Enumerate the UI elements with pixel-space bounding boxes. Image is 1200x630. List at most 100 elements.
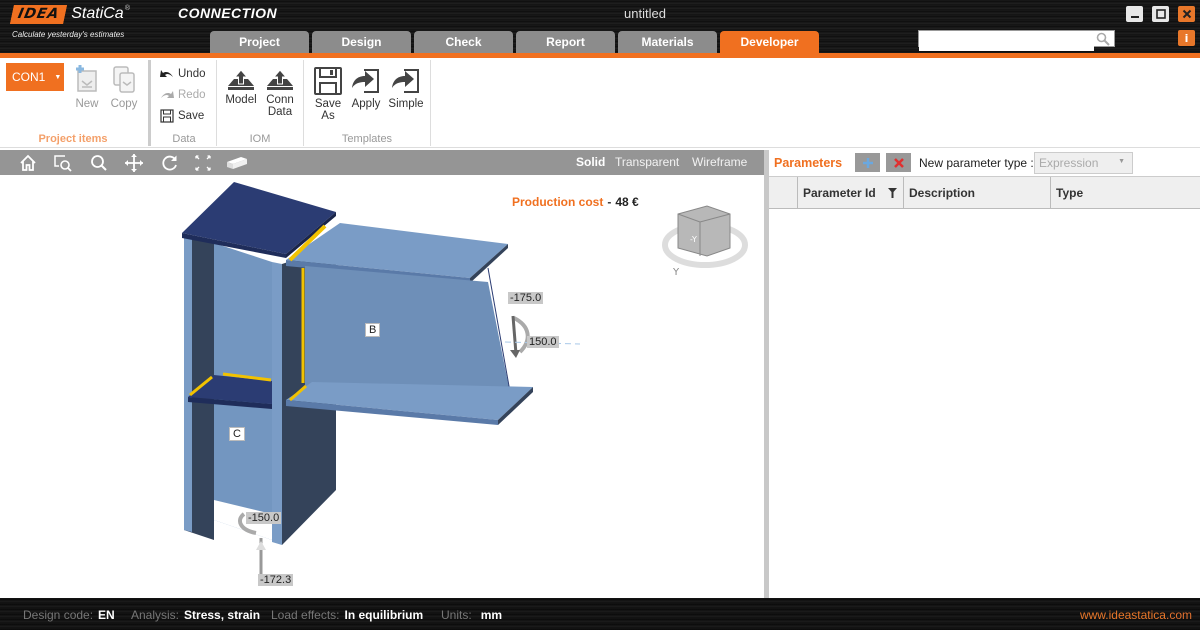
zoom-button[interactable] [88,153,110,173]
search-box[interactable] [918,30,1115,51]
zoom-icon [91,155,107,171]
home-icon [20,154,36,171]
pan-icon [125,154,143,172]
home-view-button[interactable] [17,153,39,173]
save-as-label-2: As [321,110,335,122]
copy-button-label: Copy [110,98,138,110]
simple-template-icon [392,69,419,93]
copy-button[interactable]: Copy [108,64,140,110]
column-header-type[interactable]: Type [1050,177,1198,208]
redo-label: Redo [178,89,206,101]
zoom-window-button[interactable] [52,153,74,173]
column-header-select[interactable] [769,177,797,208]
svg-text:-Y: -Y [690,235,697,244]
member-view-button[interactable] [226,153,248,173]
member-label-column[interactable]: C [229,427,245,441]
conn-data-button[interactable]: Conn Data [263,68,297,118]
undo-button[interactable]: Undo [160,68,206,80]
model-button[interactable]: Model [223,68,259,106]
tab-materials[interactable]: Materials [618,31,717,53]
tab-design[interactable]: Design [312,31,411,53]
parameters-title: Parameters [774,156,843,170]
tagline: Calculate yesterday's estimates [12,30,125,39]
load-value-column-moment: -150.0 [246,512,282,524]
maximize-button[interactable] [1152,6,1169,22]
parameters-header: Parameters New parameter type : Expressi… [769,150,1200,176]
new-button[interactable]: New [72,64,102,110]
fit-view-button[interactable] [192,153,214,173]
svg-text:Y: Y [672,267,680,278]
rotate-icon [162,155,177,171]
delete-icon [893,157,904,168]
tab-project[interactable]: Project [210,31,309,53]
add-parameter-button[interactable] [855,153,880,172]
redo-button[interactable]: Redo [160,89,206,101]
parameters-grid-header: Parameter Id Description Type [769,176,1200,209]
undo-label: Undo [178,68,206,80]
minimize-button[interactable] [1126,6,1143,22]
connection-dropdown-value: CON1 [12,70,46,84]
simple-label: Simple [388,98,424,110]
fit-icon [195,155,211,171]
website-tld: .com [1165,608,1192,622]
group-data: Undo Redo Save Data [152,58,216,148]
parameter-type-value: Expression [1039,156,1099,170]
column-header-parameter-id[interactable]: Parameter Id [797,177,903,208]
beam-member[interactable] [286,223,533,425]
search-input[interactable] [919,36,1094,51]
simple-button[interactable]: Simple [386,66,426,110]
parameters-panel: Parameters New parameter type : Expressi… [769,150,1200,598]
production-cost: Production cost -48 € [512,195,639,209]
website-link[interactable]: www.ideastatica.com [1080,608,1192,622]
view-cube[interactable]: -Y Y [662,205,748,278]
filter-icon[interactable] [888,188,897,198]
info-button[interactable]: i [1178,30,1195,46]
save-button[interactable]: Save [160,109,204,123]
load-value-column-axial: -172.3 [258,574,294,586]
connection-dropdown[interactable]: CON1 ▼ [6,63,64,91]
load-effects-label: Load effects: [271,608,340,622]
member-label-beam[interactable]: B [365,323,381,337]
status-bar: Design code: EN Analysis: Stress, strain L… [0,598,1200,630]
apply-template-icon [352,69,379,93]
zoom-window-icon [54,155,72,172]
rotate-button[interactable] [159,153,181,173]
undo-icon [160,70,173,77]
production-cost-separator: - [607,195,612,209]
new-item-icon [76,65,97,92]
save-as-button[interactable]: Save As [312,66,344,122]
view-mode-wireframe[interactable]: Wireframe [692,155,747,169]
tab-developer[interactable]: Developer [720,31,819,53]
view-mode-transparent[interactable]: Transparent [615,155,679,169]
save-icon [160,109,174,123]
parameter-type-select[interactable]: Expression ▼ [1034,152,1133,174]
ribbon: CON1 ▼ New Copy Project items Undo Redo … [0,58,1200,148]
main-tabs: Project Design Check Report Materials De… [210,31,822,53]
group-label-templates: Templates [341,133,393,145]
view-mode-solid[interactable]: Solid [576,155,605,169]
tab-check[interactable]: Check [414,31,513,53]
production-cost-label: Production cost [512,195,604,209]
save-as-label-1: Save [314,98,342,110]
plus-icon [862,157,873,168]
group-templates: Save As Apply Simple Templates [304,58,430,148]
status-design-code: Design code: EN [23,608,115,622]
save-label: Save [178,110,205,122]
search-icon[interactable] [1096,32,1110,46]
apply-button[interactable]: Apply [348,66,384,110]
column-header-description[interactable]: Description [903,177,1050,208]
status-units: Units: mm [441,608,502,622]
3d-viewport[interactable]: -Y Y Production cost -48 € B C -175.0 150… [0,175,764,598]
column-header-parameter-id-label: Parameter Id [803,186,876,200]
conn-data-label-2: Data [267,106,293,118]
units-value: mm [480,608,503,622]
pan-button[interactable] [123,153,145,173]
chevron-down-icon: ▼ [54,73,62,81]
copy-icon [113,66,135,93]
chevron-down-icon: ▼ [1118,158,1125,165]
viewport-toolbar: Solid Transparent Wireframe [0,150,764,175]
delete-parameter-button[interactable] [886,153,911,172]
close-button[interactable] [1178,6,1195,22]
tab-report[interactable]: Report [516,31,615,53]
connection-model[interactable]: -Y Y [0,175,764,598]
